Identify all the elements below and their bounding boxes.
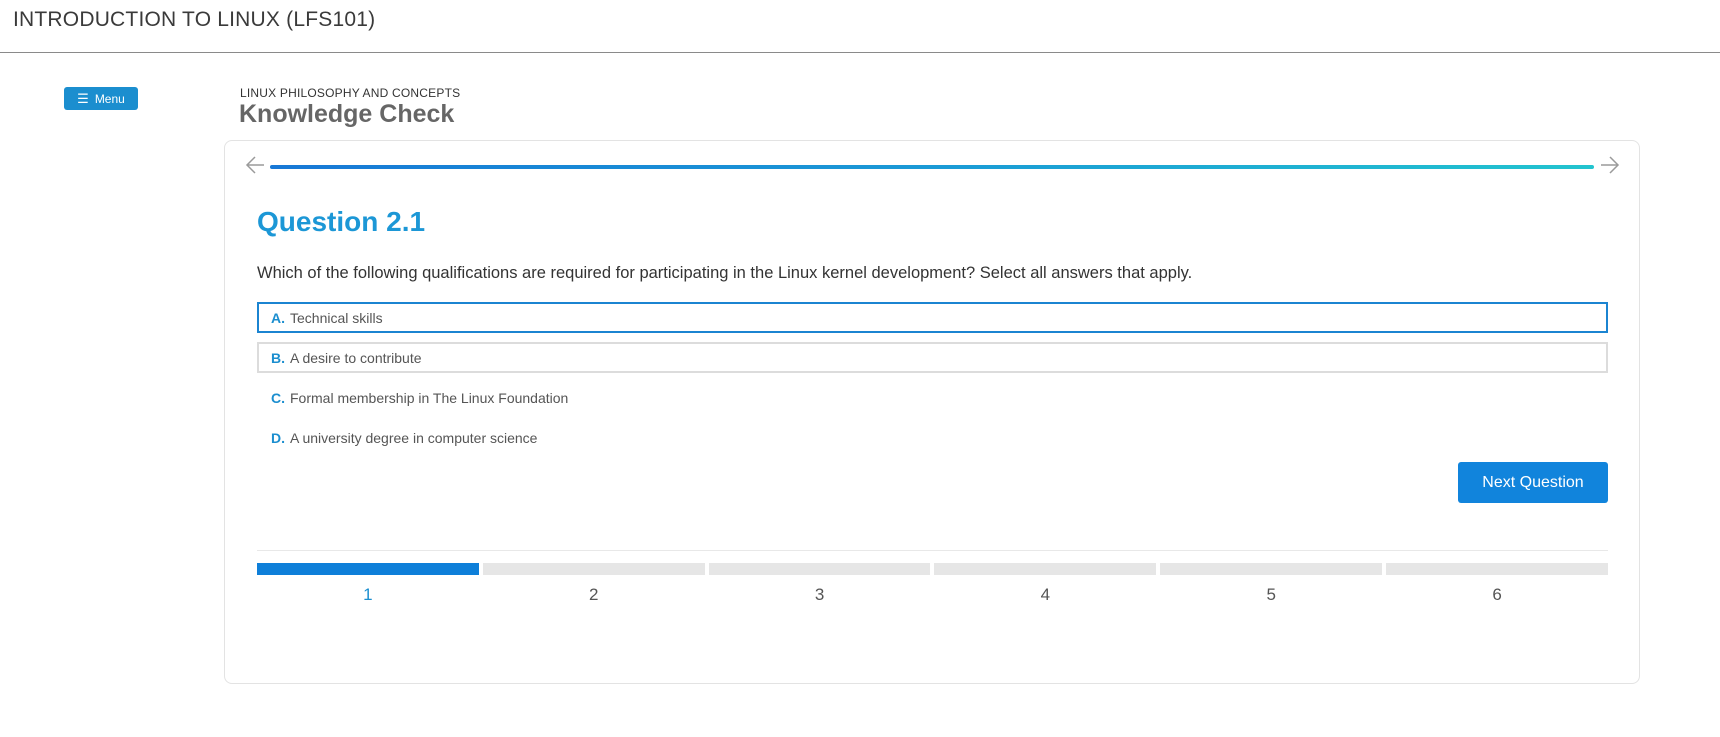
step-bar: [482, 563, 705, 575]
top-bar: INTRODUCTION TO LINUX (LFS101): [0, 0, 1720, 53]
arrow-right-icon[interactable]: [1599, 154, 1621, 176]
step-number: 6: [1492, 585, 1502, 604]
option-letter: C.: [271, 389, 285, 406]
divider: [257, 550, 1608, 551]
question-steps: 1 2 3 4 5 6: [257, 563, 1608, 613]
option-text: Formal membership in The Linux Foundatio…: [290, 389, 569, 406]
step-1[interactable]: 1: [257, 563, 479, 613]
step-6[interactable]: 6: [1386, 563, 1608, 613]
step-number: 1: [363, 585, 373, 604]
step-number: 4: [1040, 585, 1051, 604]
menu-button[interactable]: ☰ Menu: [64, 87, 138, 110]
step-2[interactable]: 2: [482, 563, 705, 613]
next-question-button[interactable]: Next Question: [1458, 462, 1608, 503]
course-title: INTRODUCTION TO LINUX (LFS101): [13, 8, 376, 31]
lesson-progress-bar: [270, 165, 1594, 169]
step-bar: [708, 563, 931, 575]
question-title: Question 2.1: [257, 206, 426, 237]
step-number: 2: [589, 585, 599, 604]
section-label: LINUX PHILOSOPHY AND CONCEPTS: [240, 86, 461, 100]
option-letter: D.: [271, 429, 285, 446]
option-text: A university degree in computer science: [290, 429, 538, 446]
option-d[interactable]: D. A university degree in computer scien…: [257, 422, 1608, 453]
step-number: 3: [814, 585, 825, 604]
menu-label: Menu: [94, 91, 125, 106]
step-5[interactable]: 5: [1160, 563, 1383, 613]
option-text: A desire to contribute: [290, 349, 422, 366]
step-bar: [1160, 563, 1383, 575]
step-bar: [934, 563, 1157, 575]
option-letter: B.: [271, 349, 285, 366]
option-text: Technical skills: [290, 309, 383, 326]
step-bar: [257, 563, 479, 575]
page-title: Knowledge Check: [239, 100, 455, 128]
question-text: Which of the following qualifications ar…: [257, 264, 1193, 282]
step-3[interactable]: 3: [708, 563, 931, 613]
arrow-left-icon[interactable]: [244, 154, 266, 176]
step-4[interactable]: 4: [934, 563, 1157, 613]
option-letter: A.: [271, 309, 285, 326]
option-b[interactable]: B. A desire to contribute: [257, 342, 1608, 373]
hamburger-icon: ☰: [77, 91, 89, 106]
option-c[interactable]: C. Formal membership in The Linux Founda…: [257, 382, 1608, 413]
step-bar: [1386, 563, 1608, 575]
option-a[interactable]: A. Technical skills: [257, 302, 1608, 333]
step-number: 5: [1266, 585, 1276, 604]
